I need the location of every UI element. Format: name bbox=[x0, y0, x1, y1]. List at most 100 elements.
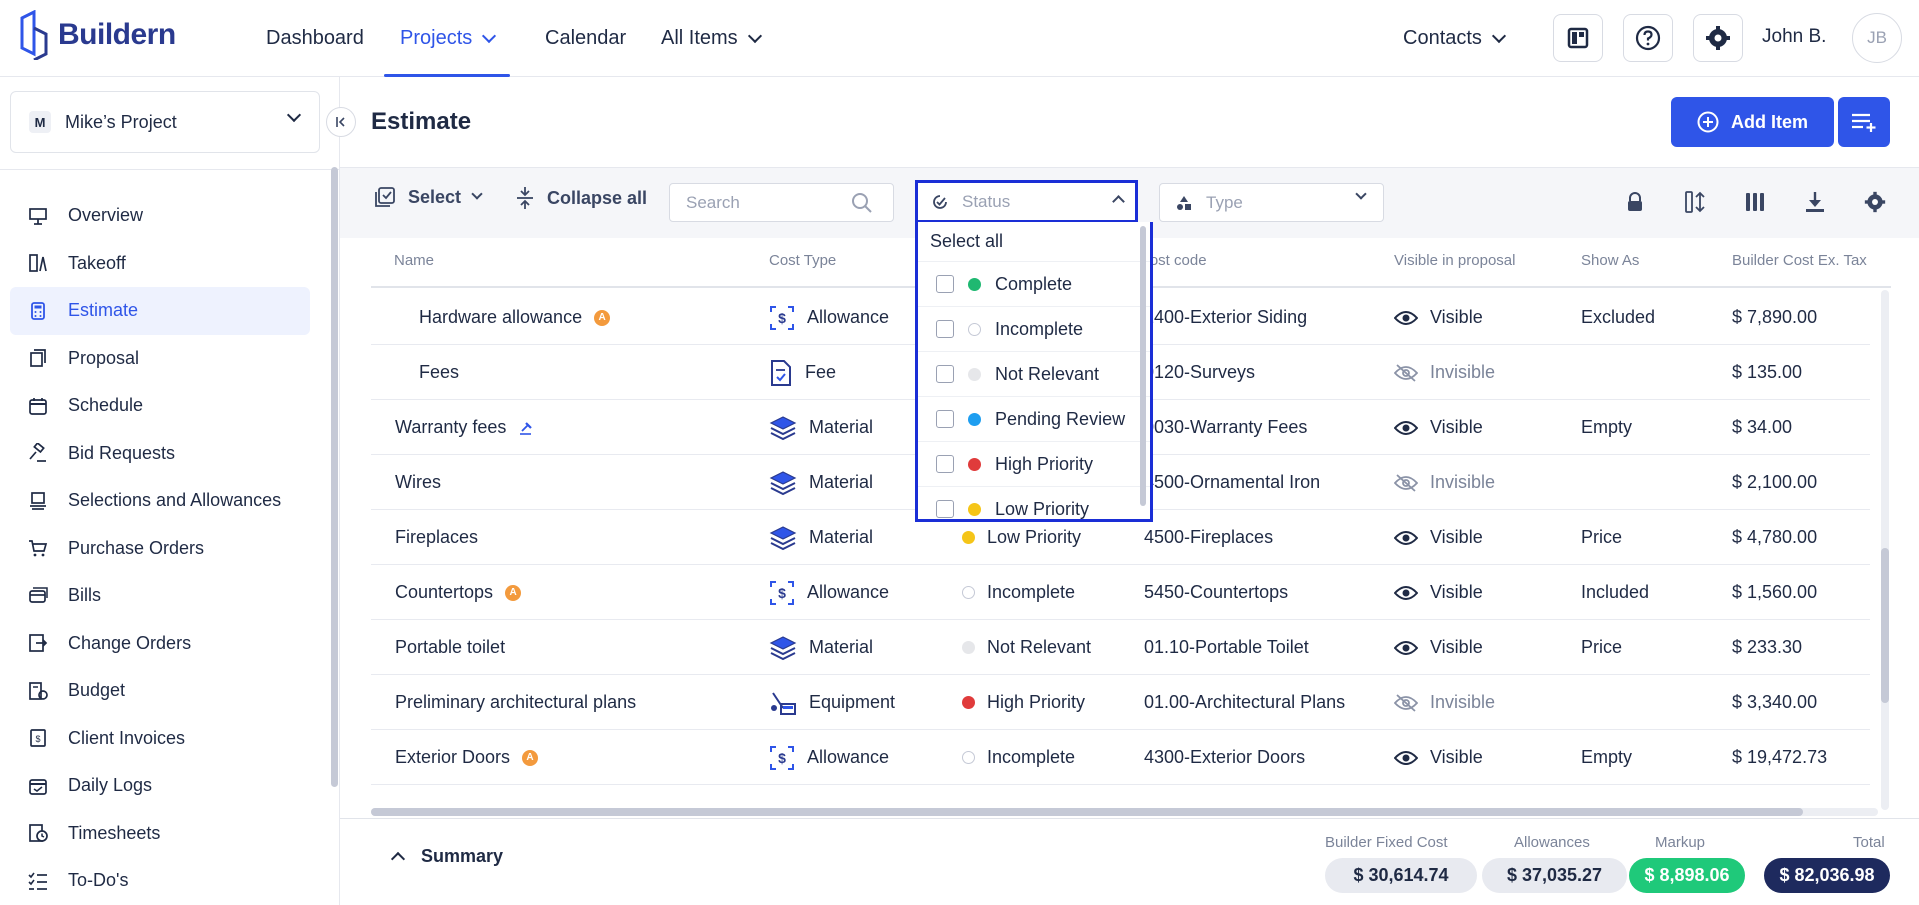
nav-calendar-label: Calendar bbox=[545, 27, 627, 49]
sidebar-item-timesheets[interactable]: Timesheets bbox=[10, 810, 310, 858]
status-cell: Not Relevant bbox=[962, 620, 1091, 675]
nav-projects[interactable]: Projects bbox=[383, 0, 511, 77]
avatar[interactable]: JB bbox=[1852, 13, 1902, 63]
sidebar-item-client-invoices[interactable]: $ Client Invoices bbox=[10, 715, 310, 763]
visibility-cell[interactable]: Invisible bbox=[1394, 455, 1495, 510]
status-check-icon bbox=[933, 194, 947, 209]
table-vertical-scrollbar[interactable] bbox=[1881, 548, 1889, 703]
table-row[interactable]: Preliminary architectural plans Equipment… bbox=[371, 675, 1870, 730]
column-header-name[interactable]: Name bbox=[394, 252, 434, 269]
status-option-low-priority[interactable]: Low Priority bbox=[918, 487, 1150, 519]
allowances-value: $ 37,035.27 bbox=[1482, 858, 1627, 893]
add-list-button[interactable] bbox=[1838, 97, 1890, 147]
sidebar-item-overview[interactable]: Overview bbox=[10, 192, 310, 240]
visibility-cell[interactable]: Visible bbox=[1394, 730, 1483, 785]
visibility-cell[interactable]: Visible bbox=[1394, 510, 1483, 565]
status-option-high-priority[interactable]: High Priority bbox=[918, 442, 1150, 487]
sort-button[interactable] bbox=[1683, 190, 1707, 214]
column-header-cost-type[interactable]: Cost Type bbox=[769, 252, 836, 269]
eye-off-icon bbox=[1394, 693, 1418, 712]
status-label: Not Relevant bbox=[987, 637, 1092, 657]
help-button[interactable] bbox=[1623, 14, 1673, 62]
visibility-cell[interactable]: Visible bbox=[1394, 565, 1483, 620]
visibility-cell[interactable]: Visible bbox=[1394, 400, 1483, 455]
columns-button[interactable] bbox=[1743, 190, 1767, 214]
sidebar-item-selections-and-allowances[interactable]: Selections and Allowances bbox=[10, 477, 310, 525]
layout-icon bbox=[1567, 27, 1589, 49]
summary-toggle[interactable]: Summary bbox=[390, 846, 503, 867]
cost-type-label: Allowance bbox=[807, 747, 890, 767]
cost-code-cell: 5450-Countertops bbox=[1144, 565, 1288, 620]
table-row[interactable]: Countertops A $ Allowance Incomplete 5450-Cou… bbox=[371, 565, 1870, 620]
visibility-cell[interactable]: Invisible bbox=[1394, 675, 1495, 730]
checkbox[interactable] bbox=[936, 365, 954, 383]
cost-type-cell: Fee bbox=[769, 345, 836, 400]
settings-button[interactable] bbox=[1693, 14, 1743, 62]
search-input[interactable]: Search bbox=[669, 183, 894, 222]
status-option-pending-review[interactable]: Pending Review bbox=[918, 397, 1150, 442]
table-horizontal-scrollbar[interactable] bbox=[371, 808, 1803, 816]
chevron-up-icon bbox=[390, 851, 406, 866]
sidebar-item-estimate[interactable]: Estimate bbox=[10, 287, 310, 335]
sidebar-item-proposal[interactable]: Proposal bbox=[10, 335, 310, 383]
sidebar-item-purchase-orders[interactable]: Purchase Orders bbox=[10, 525, 310, 573]
show-as-label: Included bbox=[1581, 582, 1650, 602]
checkbox[interactable] bbox=[936, 410, 954, 428]
status-select-all[interactable]: Select all bbox=[918, 222, 1150, 262]
markup-value: $ 8,898.06 bbox=[1629, 858, 1745, 893]
add-item-button[interactable]: Add Item bbox=[1671, 97, 1834, 147]
column-header-show-as[interactable]: Show As bbox=[1581, 252, 1639, 269]
name-cell: Exterior Doors A bbox=[395, 730, 539, 785]
lock-button[interactable] bbox=[1623, 190, 1647, 214]
visibility-cell[interactable]: Visible bbox=[1394, 620, 1483, 675]
dropdown-scrollbar[interactable] bbox=[1140, 226, 1146, 506]
sidebar-item-takeoff[interactable]: Takeoff bbox=[10, 240, 310, 288]
sidebar-item-to-do-s[interactable]: To-Do's bbox=[10, 857, 310, 905]
column-header-visible[interactable]: Visible in proposal bbox=[1394, 252, 1515, 269]
table-row[interactable]: Portable toilet Material Not Relevant 01.10… bbox=[371, 620, 1870, 675]
cost-code-cell: 4500-Fireplaces bbox=[1144, 510, 1273, 565]
sidebar-scrollbar[interactable] bbox=[331, 167, 338, 787]
app-logo[interactable]: Buildern bbox=[18, 10, 176, 60]
cart-icon bbox=[29, 540, 48, 557]
sidebar-item-schedule[interactable]: Schedule bbox=[10, 382, 310, 430]
status-option-complete[interactable]: Complete bbox=[918, 262, 1150, 307]
type-filter-select[interactable]: Type bbox=[1159, 183, 1384, 222]
dashboard-layout-button[interactable] bbox=[1553, 14, 1603, 62]
user-name: John B. bbox=[1762, 26, 1827, 47]
visibility-cell[interactable]: Invisible bbox=[1394, 345, 1495, 400]
collapse-sidebar-button[interactable] bbox=[326, 107, 356, 137]
collapse-all-button[interactable]: Collapse all bbox=[515, 186, 647, 210]
sidebar-item-budget[interactable]: Budget bbox=[10, 667, 310, 715]
nav-contacts[interactable]: Contacts bbox=[1403, 0, 1507, 77]
status-filter-select[interactable]: Status bbox=[915, 180, 1138, 223]
nav-dashboard[interactable]: Dashboard bbox=[266, 0, 364, 77]
sidebar-item-bid-requests[interactable]: Bid Requests bbox=[10, 430, 310, 478]
sidebar-item-change-orders[interactable]: Change Orders bbox=[10, 620, 310, 668]
chevron-down-icon bbox=[1355, 188, 1367, 200]
builder-cost-cell: $ 1,560.00 bbox=[1732, 565, 1817, 620]
item-name: Countertops bbox=[395, 582, 494, 602]
sidebar-item-daily-logs[interactable]: Daily Logs bbox=[10, 762, 310, 810]
sidebar-item-bills[interactable]: Bills bbox=[10, 572, 310, 620]
status-option-incomplete[interactable]: Incomplete bbox=[918, 307, 1150, 352]
checkbox[interactable] bbox=[936, 455, 954, 473]
checkbox[interactable] bbox=[936, 275, 954, 293]
download-button[interactable] bbox=[1803, 190, 1827, 214]
shapes-icon bbox=[1177, 195, 1191, 210]
nav-calendar[interactable]: Calendar bbox=[545, 0, 626, 77]
table-settings-button[interactable] bbox=[1863, 190, 1887, 214]
status-option-not-relevant[interactable]: Not Relevant bbox=[918, 352, 1150, 397]
visibility-cell[interactable]: Visible bbox=[1394, 290, 1483, 345]
gear-icon bbox=[1706, 26, 1730, 50]
cost-type-label: Material bbox=[809, 527, 874, 547]
nav-all-items[interactable]: All Items bbox=[661, 0, 762, 77]
column-header-builder-cost[interactable]: Builder Cost Ex. Tax bbox=[1732, 252, 1867, 269]
cost-code-label: 2400-Exterior Siding bbox=[1144, 307, 1308, 327]
table-row[interactable]: Exterior Doors A $ Allowance Incomplete 4300-… bbox=[371, 730, 1870, 785]
checkbox[interactable] bbox=[936, 320, 954, 338]
select-button[interactable]: Select bbox=[374, 186, 483, 208]
checkbox[interactable] bbox=[936, 500, 954, 518]
cost-type-cell: $ Allowance bbox=[769, 565, 889, 620]
project-selector[interactable]: M Mike’s Project bbox=[10, 91, 320, 153]
